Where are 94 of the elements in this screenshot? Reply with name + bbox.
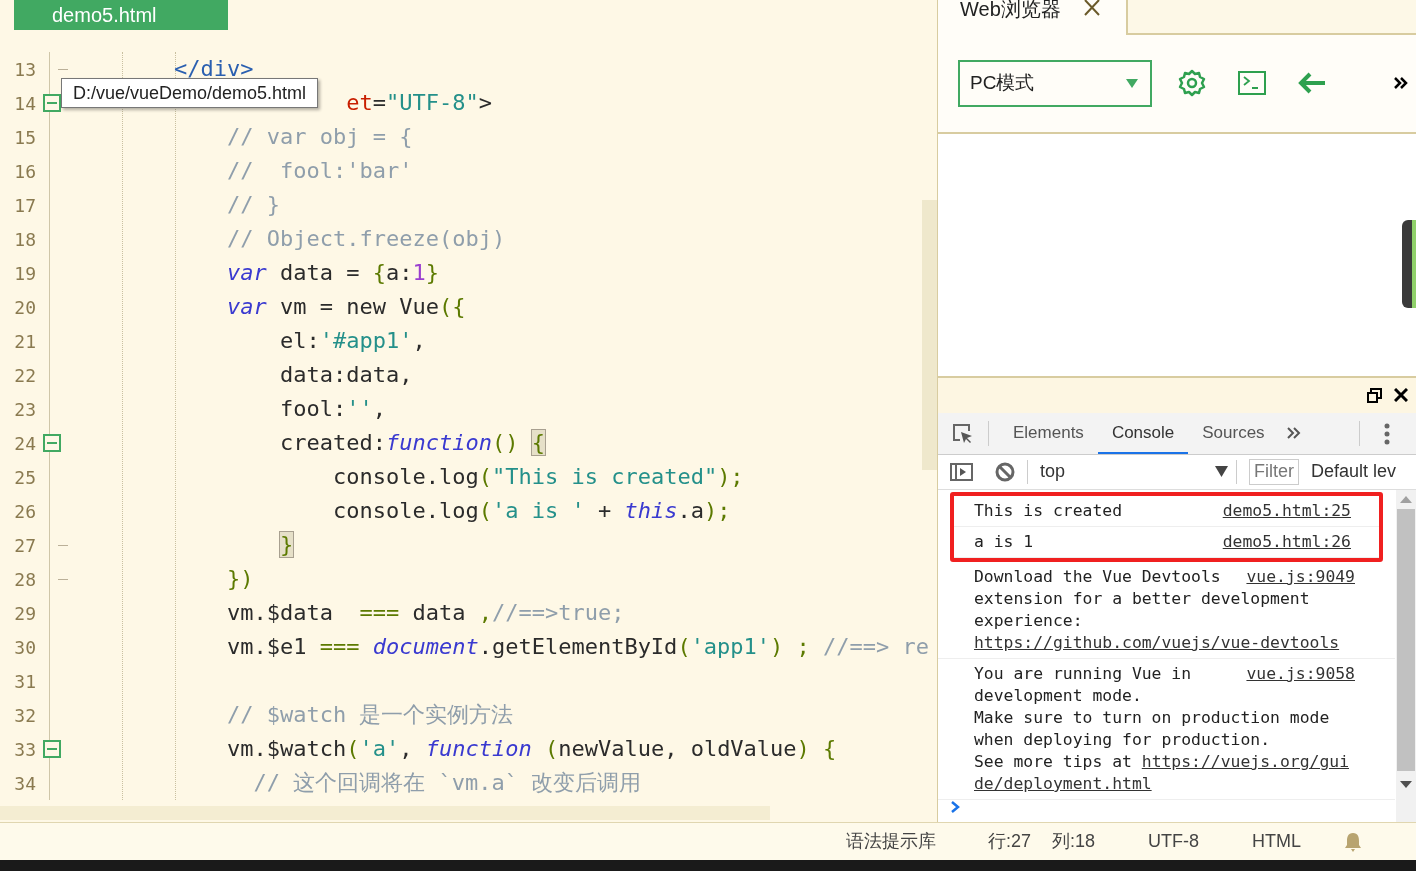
line-number: 14 — [13, 91, 36, 116]
fold-icon[interactable] — [43, 94, 61, 112]
back-arrow-icon[interactable] — [1298, 72, 1326, 95]
settings-icon[interactable] — [1178, 69, 1206, 98]
clear-console-icon[interactable] — [995, 461, 1015, 482]
code-line: el:'#app1', — [280, 327, 426, 355]
more-icon[interactable] — [1394, 77, 1408, 90]
status-text: HTML — [1252, 830, 1301, 853]
code-line: console.log("This is created"); — [333, 463, 744, 491]
line-number: 21 — [13, 329, 36, 354]
line-number: 31 — [13, 669, 36, 694]
fold-icon[interactable] — [43, 434, 61, 452]
line-number: 16 — [13, 159, 36, 184]
sidebar-toggle-icon[interactable] — [950, 462, 973, 481]
code-line: console.log('a is ' + this.a); — [333, 497, 731, 525]
devtools-tab[interactable]: Sources — [1188, 413, 1279, 454]
scrollbar-thumb[interactable] — [1397, 509, 1415, 771]
console-text: development mode. — [974, 685, 1142, 707]
console-text: Download the Vue Devtools — [974, 566, 1221, 588]
devtools-tab[interactable]: Elements — [999, 413, 1098, 454]
code-line: // fool:'bar' — [227, 157, 413, 185]
line-number: 30 — [13, 635, 36, 660]
console-link[interactable]: de/deployment.html — [974, 773, 1152, 795]
line-number: 25 — [13, 465, 36, 490]
code-line: data:data, — [280, 361, 413, 389]
console-text: when deploying for production. — [974, 729, 1271, 751]
close-icon[interactable] — [1394, 388, 1408, 403]
line-number: 32 — [13, 703, 36, 728]
source-link[interactable]: demo5.html:26 — [1222, 531, 1351, 553]
line-number: 27 — [13, 533, 36, 558]
source-link[interactable]: demo5.html:25 — [1222, 500, 1351, 522]
code-line: var vm = new Vue({ — [227, 293, 466, 321]
code-line: }) — [227, 565, 254, 593]
inspect-icon[interactable] — [952, 423, 974, 446]
code-line: // } — [227, 191, 280, 219]
path-tooltip: D:/vue/vueDemo/demo5.html — [61, 78, 319, 108]
filter-field[interactable]: Filter — [1249, 458, 1299, 485]
line-number: 19 — [13, 261, 36, 286]
status-text: 列:18 — [1052, 830, 1096, 853]
source-link[interactable]: vue.js:9058 — [1246, 663, 1355, 685]
fold-icon[interactable] — [43, 740, 61, 758]
status-text: UTF-8 — [1148, 830, 1199, 853]
side-handle[interactable] — [1402, 219, 1416, 308]
status-text: 语法提示库 — [846, 830, 936, 853]
line-number: 18 — [13, 227, 36, 252]
code-line: // $watch 是一个实例方法 — [227, 701, 514, 729]
dropdown-caret-icon — [1126, 78, 1138, 88]
terminal-icon[interactable] — [1238, 71, 1266, 96]
line-number: 20 — [13, 295, 36, 320]
console-link[interactable]: https://github.com/vuejs/vue-devtools — [974, 632, 1340, 654]
line-number: 33 — [13, 737, 36, 762]
line-number: 23 — [13, 397, 36, 422]
code-line: vm.$watch('a', function (newValue, oldValue) { — [227, 735, 837, 763]
line-number: 17 — [13, 193, 36, 218]
code-line: fool:'', — [280, 395, 386, 423]
dropdown-caret-icon — [1215, 466, 1228, 478]
prompt-icon — [950, 800, 960, 814]
kebab-menu-icon[interactable] — [1383, 423, 1390, 446]
close-icon[interactable] — [1082, 0, 1101, 16]
browser-tab[interactable]: Web浏览器 — [938, 0, 1126, 35]
console-text: a is 1 — [974, 531, 1034, 553]
console-text: See more tips at https://vuejs.org/gui — [974, 751, 1349, 773]
status-text: 行:27 — [988, 830, 1032, 853]
code-line: // Object.freeze(obj) — [227, 225, 506, 253]
code-line: created:function() { — [280, 429, 545, 457]
code-line: // var obj = { — [227, 123, 413, 151]
more-tabs-icon[interactable] — [1286, 427, 1301, 440]
console-link[interactable]: https://vuejs.org/gui — [1141, 752, 1349, 771]
line-number: 13 — [13, 57, 36, 82]
line-number: 15 — [13, 125, 36, 150]
line-number: 22 — [13, 363, 36, 388]
scroll-down-icon[interactable] — [1400, 781, 1412, 788]
code-line: var data = {a:1} — [227, 259, 439, 287]
line-number: 24 — [13, 431, 36, 456]
code-line: vm.$e1 === document.getElementById('app1') ; //==> re — [227, 633, 930, 661]
mode-select[interactable]: PC模式 — [958, 59, 1152, 107]
console-text: experience: — [974, 610, 1083, 632]
devtools-tab[interactable]: Console — [1097, 413, 1189, 454]
code-line: // 这个回调将在 `vm.a` 改变后调用 — [253, 769, 642, 797]
restore-icon[interactable] — [1367, 387, 1382, 403]
console-text: You are running Vue in — [974, 663, 1192, 685]
line-number: 28 — [13, 567, 36, 592]
scrollbar-thumb[interactable] — [922, 200, 937, 470]
line-number: 29 — [13, 601, 36, 626]
console-text: extension for a better development — [974, 588, 1310, 610]
context-select[interactable]: top — [1040, 458, 1236, 486]
line-number: 26 — [13, 499, 36, 524]
code-line: vm.$data === data ,//==>true; — [227, 599, 625, 627]
console-text: Make sure to turn on production mode — [974, 707, 1330, 729]
console-text: This is created — [974, 500, 1123, 522]
levels-dropdown[interactable]: Default lev — [1311, 458, 1397, 486]
line-number: 34 — [13, 771, 36, 796]
code-line: et="UTF-8"> — [346, 89, 492, 117]
source-link[interactable]: vue.js:9049 — [1246, 566, 1355, 588]
